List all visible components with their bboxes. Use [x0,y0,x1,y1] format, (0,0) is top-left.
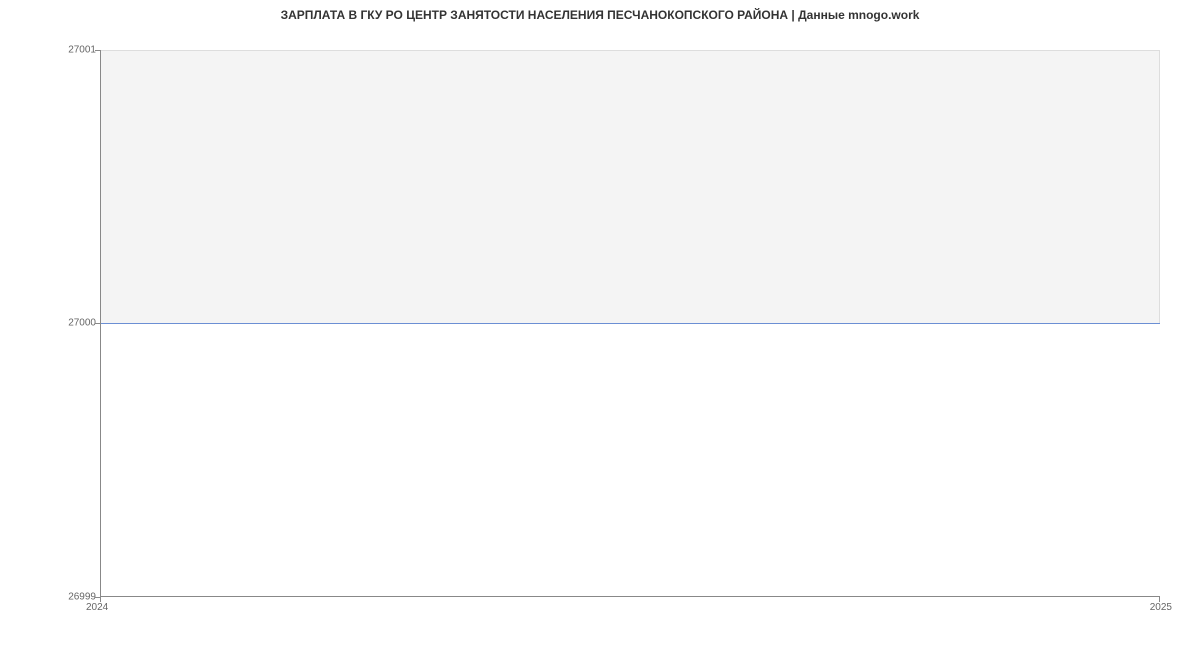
y-axis-tick-label: 26999 [68,592,96,603]
chart-container: ЗАРПЛАТА В ГКУ РО ЦЕНТР ЗАНЯТОСТИ НАСЕЛЕ… [0,0,1200,650]
chart-title: ЗАРПЛАТА В ГКУ РО ЦЕНТР ЗАНЯТОСТИ НАСЕЛЕ… [0,8,1200,22]
x-tick-mark [1159,597,1160,602]
x-axis-tick-label: 2024 [86,602,108,613]
plot-area [100,50,1160,597]
x-axis-tick-label: 2025 [1150,602,1172,613]
y-axis-tick-label: 27001 [68,45,96,56]
area-fill [101,50,1160,323]
y-axis-tick-label: 27000 [68,318,96,329]
data-line [101,323,1160,324]
x-tick-mark [100,597,101,602]
